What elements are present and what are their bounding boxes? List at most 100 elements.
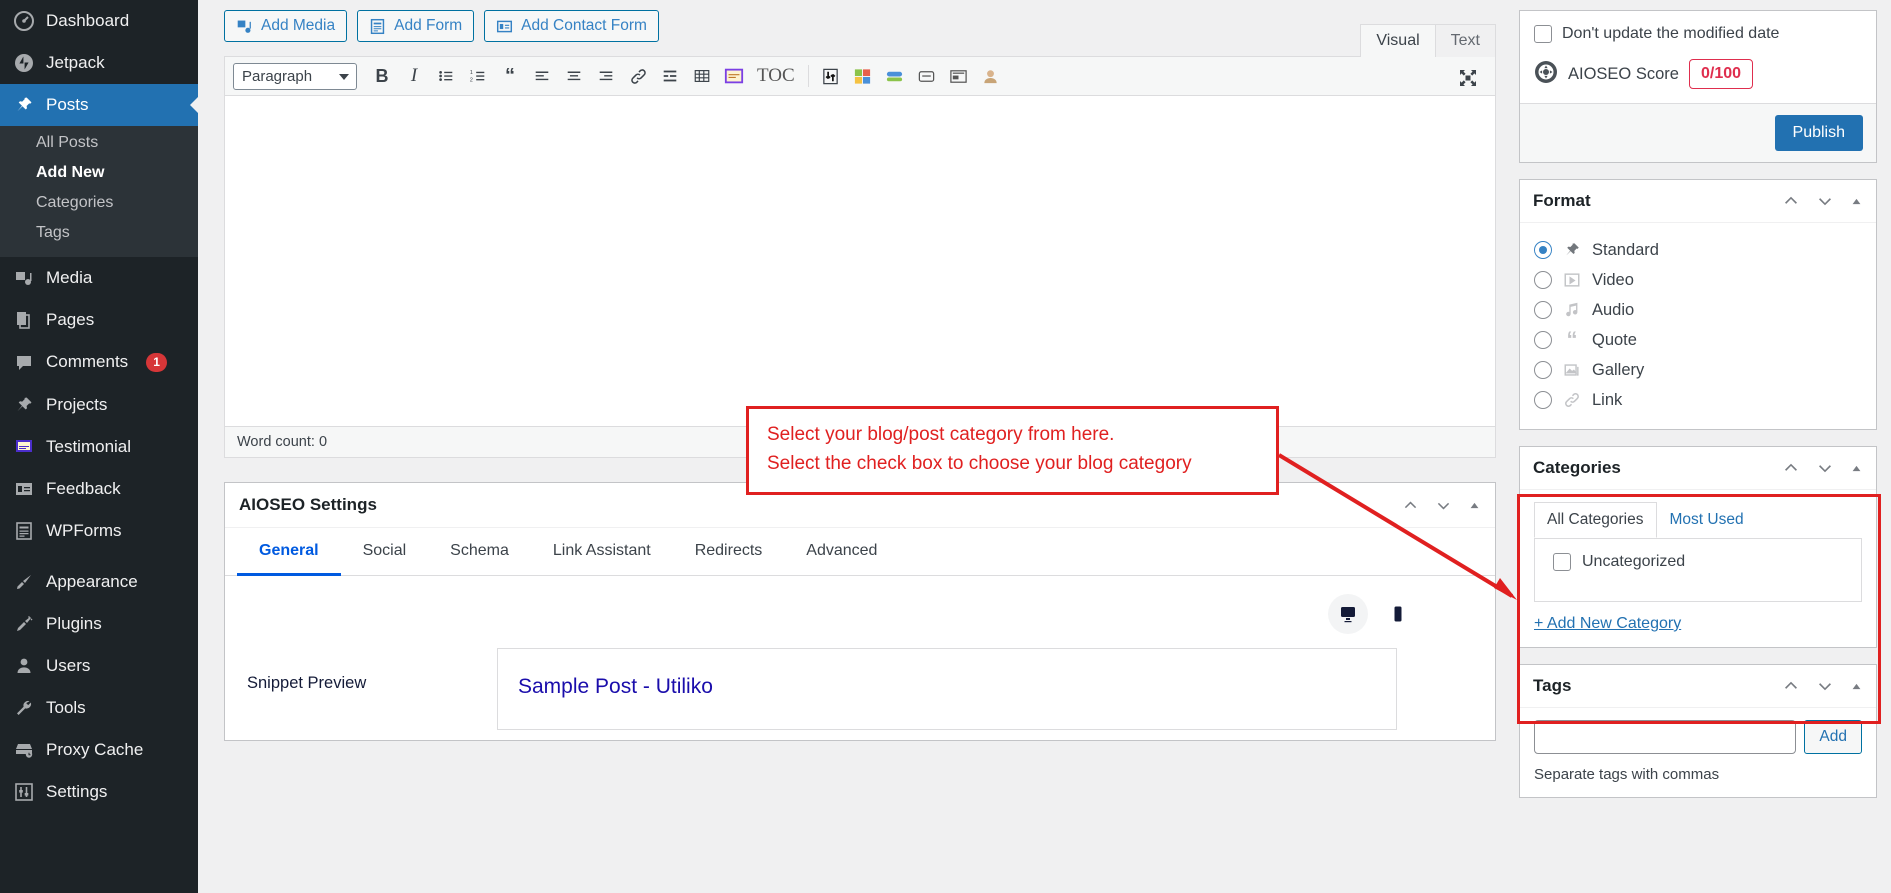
publish-box: Don't update the modified date AIOSEO Sc… <box>1519 10 1877 163</box>
blockquote-icon[interactable]: “ <box>495 62 525 90</box>
tab-all-categories[interactable]: All Categories <box>1534 502 1657 538</box>
format-option-video[interactable]: Video <box>1534 265 1862 295</box>
format-option-quote[interactable]: “ Quote <box>1534 325 1862 355</box>
sidebar-item-users[interactable]: Users <box>0 645 198 687</box>
sidebar-item-media[interactable]: Media <box>0 257 198 299</box>
bold-icon[interactable]: B <box>367 62 397 90</box>
add-form-button[interactable]: Add Form <box>357 10 475 42</box>
sidebar-item-dashboard[interactable]: Dashboard <box>0 0 198 42</box>
sidebar-item-comments[interactable]: Comments 1 <box>0 341 198 383</box>
sidebar-item-pages[interactable]: Pages <box>0 299 198 341</box>
toggle-panel-icon[interactable] <box>1850 680 1863 693</box>
add-contact-form-button[interactable]: Add Contact Form <box>484 10 659 42</box>
numbered-list-icon[interactable]: 12 <box>463 62 493 90</box>
tab-text[interactable]: Text <box>1434 24 1496 58</box>
person-block-icon[interactable] <box>976 62 1006 90</box>
dont-update-modified-date-row[interactable]: Don't update the modified date <box>1534 23 1862 45</box>
align-center-icon[interactable] <box>559 62 589 90</box>
format-radio-quote[interactable] <box>1534 331 1552 349</box>
sidebar-item-posts[interactable]: Posts <box>0 84 198 127</box>
callout-block-icon[interactable] <box>944 62 974 90</box>
format-radio-link[interactable] <box>1534 391 1552 409</box>
sidebar-item-label: Tools <box>46 698 86 718</box>
toggle-panel-icon[interactable] <box>1850 462 1863 475</box>
submenu-item-add-new[interactable]: Add New <box>0 158 198 188</box>
italic-icon[interactable]: I <box>399 62 429 90</box>
format-option-gallery[interactable]: Gallery <box>1534 355 1862 385</box>
move-down-icon[interactable] <box>1816 677 1834 695</box>
submenu-item-categories[interactable]: Categories <box>0 188 198 218</box>
tab-social[interactable]: Social <box>341 528 429 576</box>
move-up-icon[interactable] <box>1782 459 1800 477</box>
mobile-icon[interactable] <box>1378 594 1418 634</box>
desktop-icon[interactable] <box>1328 594 1368 634</box>
move-down-icon[interactable] <box>1435 497 1452 514</box>
add-new-category-link[interactable]: + Add New Category <box>1534 615 1862 633</box>
move-up-icon[interactable] <box>1782 677 1800 695</box>
move-down-icon[interactable] <box>1816 459 1834 477</box>
add-media-button[interactable]: Add Media <box>224 10 348 42</box>
submenu-item-tags[interactable]: Tags <box>0 218 198 248</box>
tab-visual[interactable]: Visual <box>1360 24 1436 58</box>
format-option-link[interactable]: Link <box>1534 385 1862 415</box>
category-checkbox[interactable] <box>1553 553 1571 571</box>
editor-content-area[interactable] <box>225 96 1495 426</box>
format-radio-standard[interactable] <box>1534 241 1552 259</box>
format-radio-audio[interactable] <box>1534 301 1552 319</box>
format-option-standard[interactable]: Standard <box>1534 235 1862 265</box>
sidebar-item-settings[interactable]: Settings <box>0 771 198 813</box>
dont-update-checkbox[interactable] <box>1534 25 1552 43</box>
add-tag-button[interactable]: Add <box>1804 720 1862 754</box>
toggle-panel-icon[interactable] <box>1850 195 1863 208</box>
new-tag-input[interactable] <box>1534 720 1797 754</box>
sidebar-item-tools[interactable]: Tools <box>0 687 198 729</box>
insert-link-icon[interactable] <box>623 62 653 90</box>
toc-icon[interactable]: TOC <box>751 62 801 90</box>
format-option-audio[interactable]: Audio <box>1534 295 1862 325</box>
categories-box-title: Categories <box>1533 458 1621 477</box>
sidebar-item-wpforms[interactable]: WPForms <box>0 510 198 552</box>
snippet-preview-label: Snippet Preview <box>247 674 367 692</box>
main-content: Add Media Add Form Add Contact Form Visu… <box>198 0 1519 893</box>
import-export-icon[interactable] <box>816 62 846 90</box>
table-icon[interactable] <box>687 62 717 90</box>
tab-general[interactable]: General <box>237 528 341 576</box>
toggle-panel-icon[interactable] <box>1468 499 1481 512</box>
category-item-uncategorized[interactable]: Uncategorized <box>1547 553 1849 571</box>
format-label: Link <box>1592 390 1623 409</box>
move-up-icon[interactable] <box>1402 497 1419 514</box>
wp-view-icon[interactable] <box>719 62 749 90</box>
read-more-icon[interactable] <box>655 62 685 90</box>
move-up-icon[interactable] <box>1782 192 1800 210</box>
move-down-icon[interactable] <box>1816 192 1834 210</box>
box-block-icon[interactable] <box>912 62 942 90</box>
tab-link-assistant[interactable]: Link Assistant <box>531 528 673 576</box>
submenu-item-all-posts[interactable]: All Posts <box>0 128 198 158</box>
align-right-icon[interactable] <box>591 62 621 90</box>
sidebar-item-proxy-cache[interactable]: Proxy Cache <box>0 729 198 771</box>
sidebar-item-plugins[interactable]: Plugins <box>0 603 198 645</box>
format-radio-video[interactable] <box>1534 271 1552 289</box>
sidebar-item-appearance[interactable]: Appearance <box>0 561 198 603</box>
add-media-label: Add Media <box>261 17 336 34</box>
publish-button[interactable]: Publish <box>1774 115 1863 151</box>
sidebar-item-feedback[interactable]: Feedback <box>0 468 198 510</box>
paragraph-format-select[interactable]: Paragraph <box>233 62 357 90</box>
tab-schema[interactable]: Schema <box>428 528 531 576</box>
tab-most-used[interactable]: Most Used <box>1657 502 1757 538</box>
format-radio-gallery[interactable] <box>1534 361 1552 379</box>
align-left-icon[interactable] <box>527 62 557 90</box>
sidebar-item-projects[interactable]: Projects <box>0 384 198 426</box>
pin-icon <box>1562 240 1582 260</box>
distraction-free-icon[interactable] <box>1453 64 1483 92</box>
tab-advanced[interactable]: Advanced <box>784 528 899 576</box>
format-label: Standard <box>1592 240 1659 259</box>
snippet-title[interactable]: Sample Post - Utiliko <box>518 675 1376 699</box>
sidebar-item-jetpack[interactable]: Jetpack <box>0 42 198 84</box>
sidebar-item-label: WPForms <box>46 520 122 540</box>
button-block-icon[interactable] <box>880 62 910 90</box>
color-blocks-icon[interactable] <box>848 62 878 90</box>
tab-redirects[interactable]: Redirects <box>673 528 785 576</box>
sidebar-item-testimonial[interactable]: Testimonial <box>0 426 198 468</box>
bulleted-list-icon[interactable] <box>431 62 461 90</box>
